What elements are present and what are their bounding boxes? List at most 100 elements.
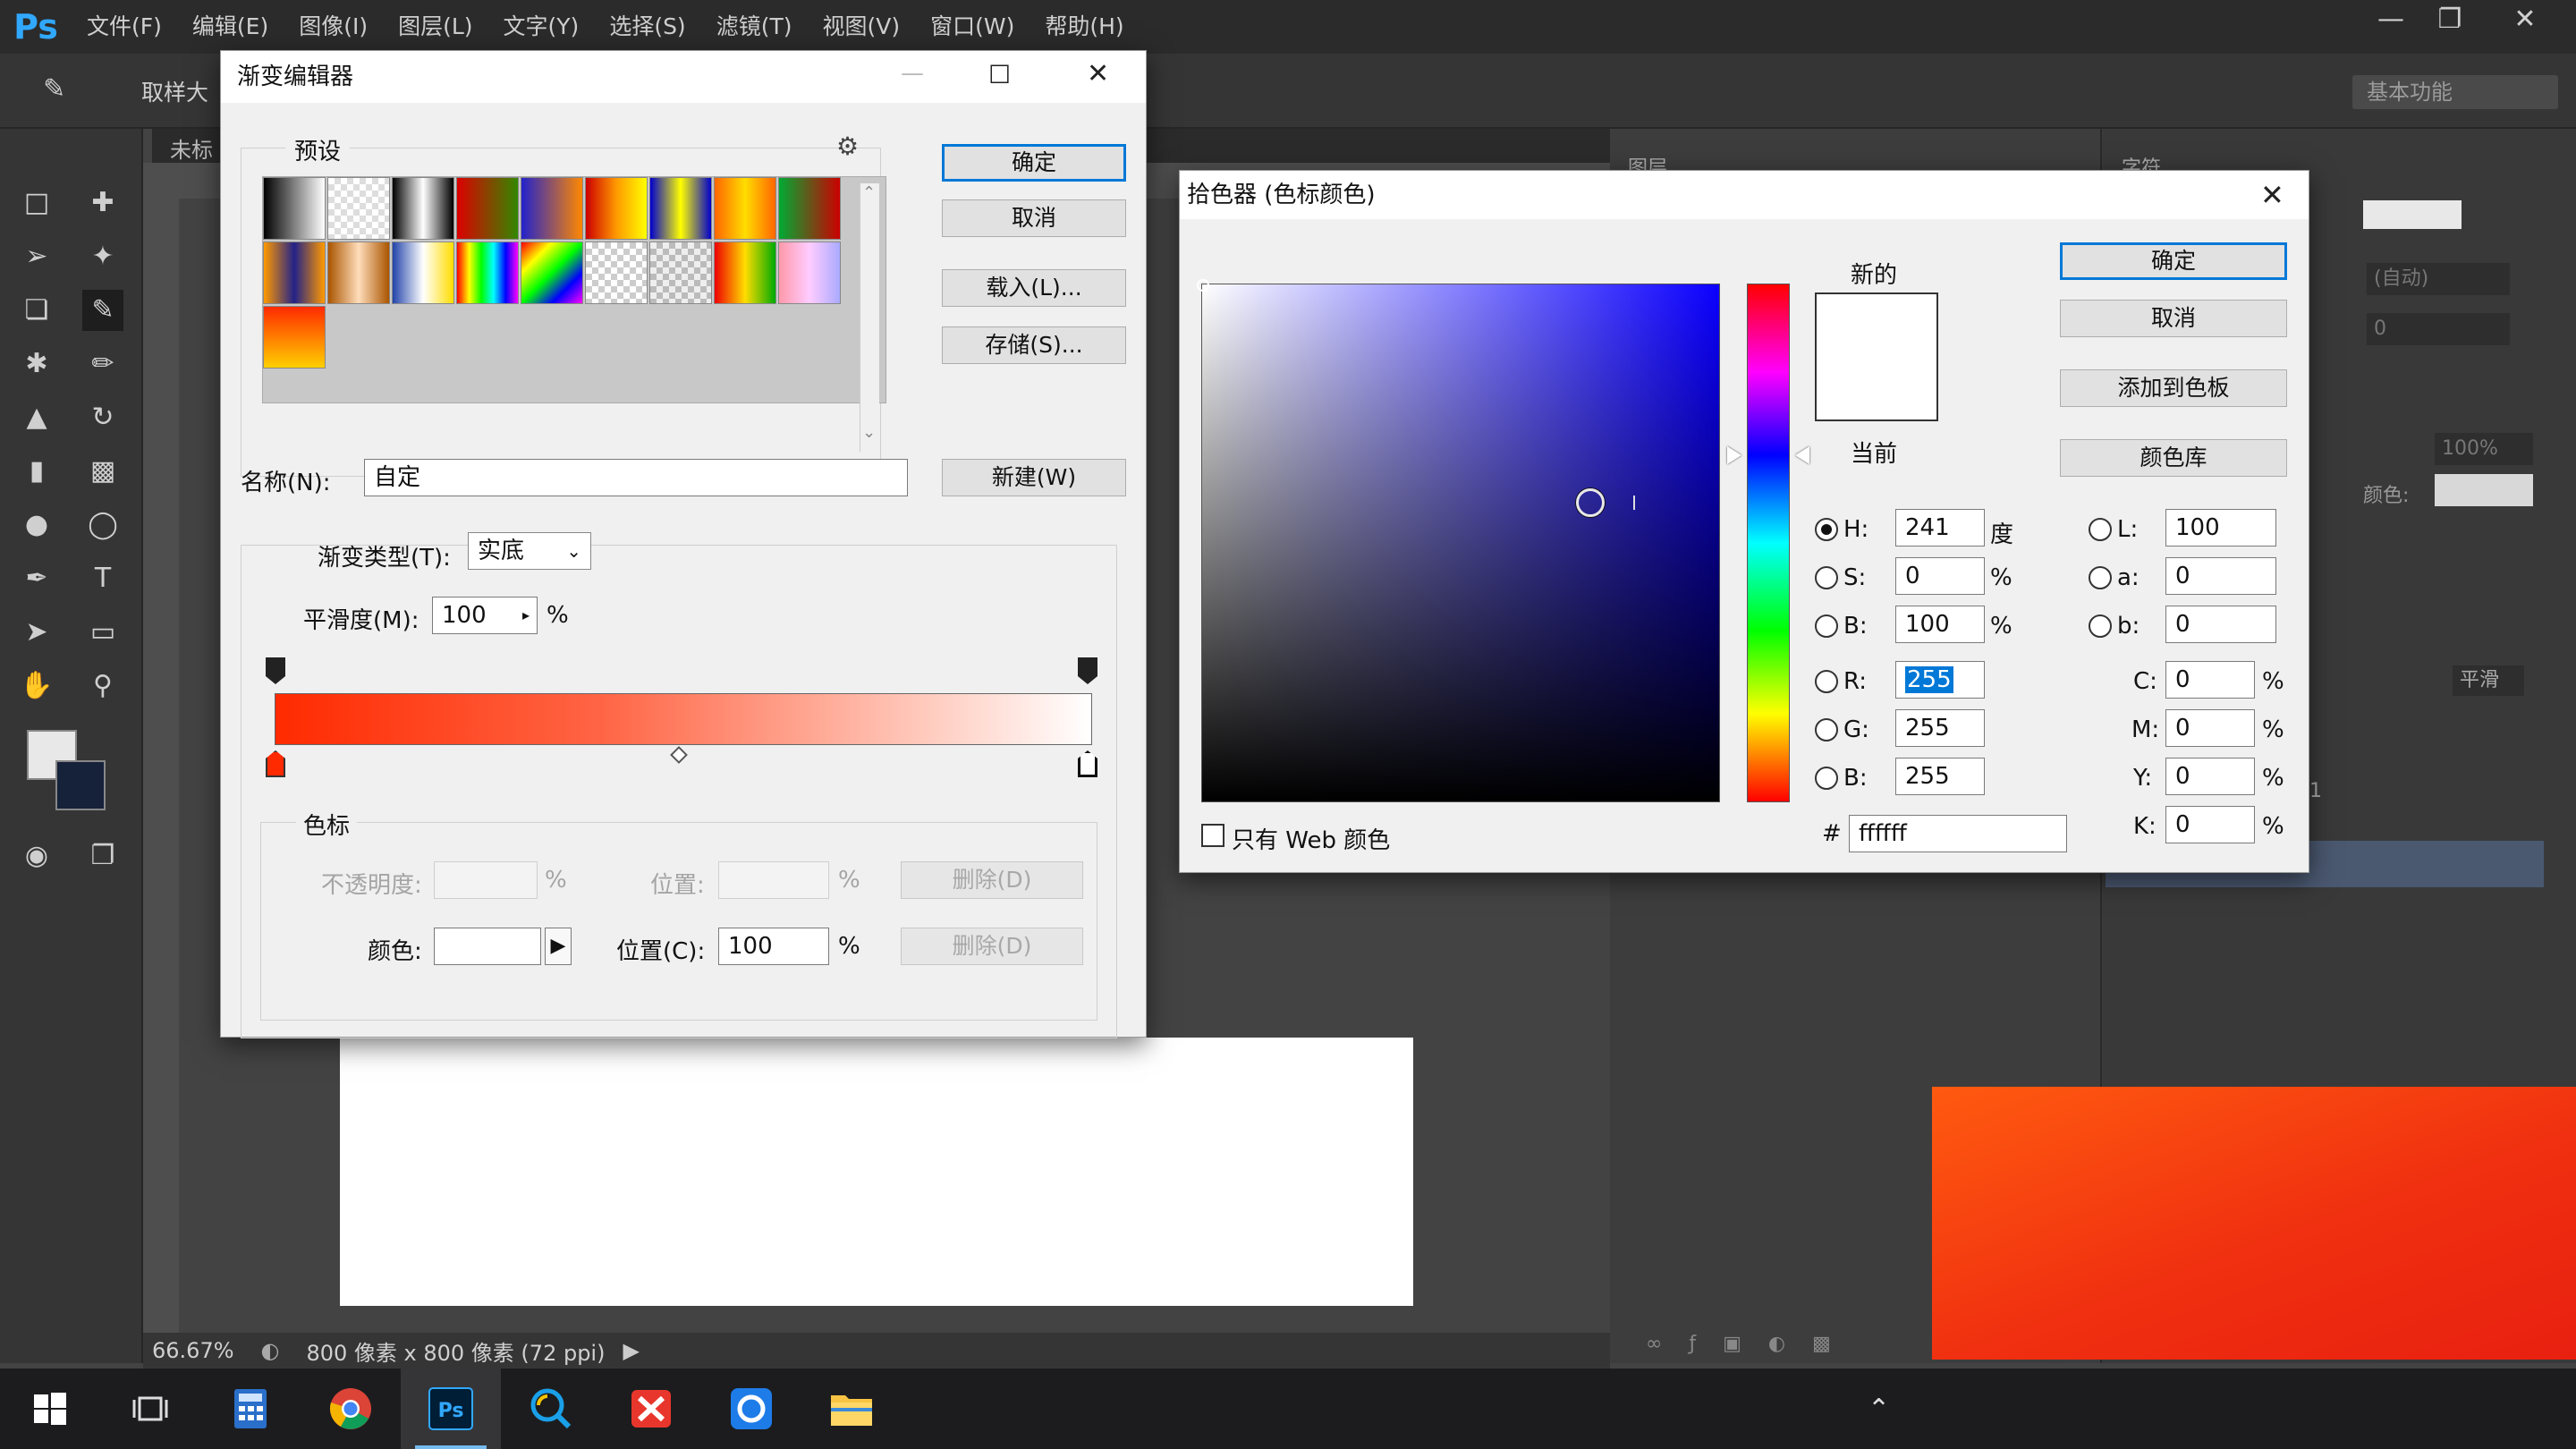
hue-input[interactable]: 241 — [1895, 509, 1985, 547]
font-size-field[interactable] — [2363, 200, 2462, 229]
preset-swatch[interactable] — [392, 242, 454, 304]
calculator-icon[interactable] — [200, 1368, 301, 1449]
lab-b-radio[interactable] — [2089, 614, 2112, 638]
quick-mask-icon[interactable]: ◉ — [16, 835, 57, 877]
leading-field[interactable]: (自动) — [2367, 263, 2510, 295]
eyedropper-icon[interactable]: ✎ — [43, 73, 79, 109]
preset-swatch[interactable] — [263, 177, 326, 240]
screen-mode-icon[interactable]: ❐ — [82, 835, 123, 877]
menu-edit[interactable]: 编辑(E) — [177, 0, 284, 54]
lab-a-input[interactable]: 0 — [2165, 557, 2276, 595]
close-icon[interactable]: ✕ — [1087, 58, 1109, 89]
current-color-swatch[interactable] — [1815, 357, 1938, 421]
preset-swatch[interactable] — [521, 242, 583, 304]
brightness-radio[interactable] — [1815, 614, 1838, 638]
cancel-button[interactable]: 取消 — [2060, 300, 2287, 337]
gradient-tool-icon[interactable]: ▩ — [82, 451, 123, 492]
type-tool-icon[interactable]: T — [82, 558, 123, 599]
shape-icon[interactable]: ▭ — [82, 612, 123, 653]
menu-select[interactable]: 选择(S) — [594, 0, 700, 54]
tracking-field[interactable]: 0 — [2367, 313, 2510, 345]
preset-swatch[interactable] — [521, 177, 583, 240]
stop-color-swatch[interactable] — [434, 928, 541, 965]
blur-icon[interactable]: ● — [16, 504, 57, 546]
wps-icon[interactable] — [601, 1368, 701, 1449]
stepper-arrow-icon[interactable]: ▸ — [522, 597, 530, 633]
lasso-icon[interactable]: ➢ — [16, 236, 57, 277]
brush-icon[interactable]: ✏ — [82, 343, 123, 385]
eraser-icon[interactable]: ▮ — [16, 451, 57, 492]
crop-icon[interactable]: ❏ — [16, 290, 57, 331]
presets-scrollbar[interactable]: ⌃ ⌄ — [860, 183, 879, 452]
task-view-icon[interactable] — [100, 1368, 200, 1449]
file-explorer-icon[interactable] — [801, 1368, 902, 1449]
preset-swatch[interactable] — [649, 242, 712, 304]
gradient-preview-bar[interactable] — [275, 693, 1092, 745]
preset-swatch[interactable] — [649, 177, 712, 240]
menu-layer[interactable]: 图层(L) — [383, 0, 487, 54]
green-radio[interactable] — [1815, 718, 1838, 741]
zoom-icon[interactable]: ⚲ — [82, 665, 123, 707]
preset-swatch[interactable] — [263, 306, 326, 369]
path-select-icon[interactable]: ➤ — [16, 612, 57, 653]
zoom-level[interactable]: 66.67% — [152, 1338, 234, 1363]
hand-icon[interactable]: ✋ — [16, 665, 57, 707]
lab-a-radio[interactable] — [2089, 566, 2112, 589]
hue-radio[interactable] — [1815, 518, 1838, 541]
workspace-essentials-button[interactable]: 基本功能 — [2352, 75, 2558, 109]
black-input[interactable]: 0 — [2165, 806, 2255, 843]
chrome-icon[interactable] — [301, 1368, 401, 1449]
green-input[interactable]: 255 — [1895, 709, 1985, 747]
preset-swatch[interactable] — [456, 177, 519, 240]
magic-wand-icon[interactable]: ✦ — [82, 236, 123, 277]
menu-help[interactable]: 帮助(H) — [1030, 0, 1139, 54]
lab-l-radio[interactable] — [2089, 518, 2112, 541]
hex-input[interactable]: ffffff — [1849, 815, 2067, 852]
menu-type[interactable]: 文字(Y) — [488, 0, 595, 54]
blue-radio[interactable] — [1815, 767, 1838, 790]
yellow-input[interactable]: 0 — [2165, 758, 2255, 795]
hue-slider-right-arrow-icon[interactable] — [1795, 446, 1809, 464]
qq-browser-icon[interactable] — [701, 1368, 801, 1449]
healing-icon[interactable]: ✱ — [16, 343, 57, 385]
red-input[interactable]: 255 — [1895, 661, 1985, 699]
color-location-input[interactable]: 100 — [718, 928, 829, 965]
marquee-icon[interactable]: □ — [16, 182, 57, 224]
save-button[interactable]: 存储(S)... — [942, 326, 1126, 364]
scroll-down-icon[interactable]: ⌄ — [862, 423, 876, 442]
preset-swatch[interactable] — [585, 177, 648, 240]
ok-button[interactable]: 确定 — [2060, 242, 2287, 280]
pen-icon[interactable]: ✒ — [16, 558, 57, 599]
info-icon[interactable]: ◐ — [261, 1338, 280, 1363]
color-libraries-button[interactable]: 颜色库 — [2060, 439, 2287, 477]
menu-view[interactable]: 视图(V) — [807, 0, 915, 54]
menu-file[interactable]: 文件(F) — [72, 0, 177, 54]
hue-slider[interactable] — [1747, 284, 1790, 802]
saturation-input[interactable]: 0 — [1895, 557, 1985, 595]
close-icon[interactable]: ✕ — [2496, 0, 2555, 39]
saturation-radio[interactable] — [1815, 566, 1838, 589]
gear-icon[interactable]: ⚙ — [836, 131, 859, 161]
load-button[interactable]: 载入(L)... — [942, 269, 1126, 307]
preset-swatch[interactable] — [714, 242, 776, 304]
minimize-icon[interactable]: — — [2361, 0, 2420, 39]
anti-alias-select[interactable]: 平滑 — [2453, 665, 2524, 696]
preset-swatch[interactable] — [327, 242, 390, 304]
search-app-icon[interactable] — [501, 1368, 601, 1449]
preset-swatch[interactable] — [778, 242, 841, 304]
restore-icon[interactable]: ❐ — [2420, 0, 2479, 39]
scroll-up-icon[interactable]: ⌃ — [862, 183, 876, 202]
status-arrow-icon[interactable]: ▶ — [623, 1338, 639, 1363]
eyedropper-tool-icon[interactable]: ✎ — [82, 290, 123, 331]
preset-swatch[interactable] — [585, 242, 648, 304]
maximize-icon[interactable]: ☐ — [988, 60, 1011, 89]
magenta-input[interactable]: 0 — [2165, 709, 2255, 747]
menu-filter[interactable]: 滤镜(T) — [701, 0, 808, 54]
document-canvas[interactable] — [340, 1038, 1413, 1306]
dodge-icon[interactable]: ◯ — [82, 504, 123, 546]
cyan-input[interactable]: 0 — [2165, 661, 2255, 699]
red-radio[interactable] — [1815, 670, 1838, 693]
web-colors-only-checkbox[interactable] — [1201, 824, 1224, 847]
tray-chevron-up-icon[interactable]: ⌃ — [1868, 1394, 1890, 1425]
menu-window[interactable]: 窗口(W) — [915, 0, 1030, 54]
